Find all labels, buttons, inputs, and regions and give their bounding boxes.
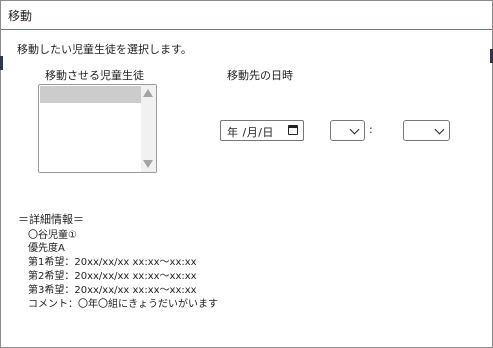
student-listbox[interactable] [38,84,157,173]
detail-choice-1: 第1希望：20xx/xx/xx xx:xx～xx:xx [28,257,197,268]
details-heading: ＝詳細情報＝ [18,213,84,226]
selected-student-row[interactable] [40,86,142,103]
time-separator: : [369,123,373,136]
datetime-label: 移動先の日時 [227,69,293,82]
detail-student-name: 〇谷児童① [28,230,77,241]
date-input[interactable]: 年 /月/日 [220,120,304,141]
detail-choice-3: 第3希望：20xx/xx/xx xx:xx～xx:xx [28,285,197,296]
detail-priority: 優先度A [28,243,65,254]
move-dialog: 移動 移動したい児童生徒を選択します。 移動させる児童生徒 移動先の日時 年 /… [0,0,493,348]
dialog-titlebar: 移動 [1,1,492,30]
chevron-down-icon [349,124,360,135]
detail-choice-2: 第2希望：20xx/xx/xx xx:xx～xx:xx [28,271,197,282]
students-label: 移動させる児童生徒 [45,69,144,82]
scroll-down-arrow-icon[interactable] [143,160,153,168]
minute-select[interactable] [403,120,450,141]
hour-select[interactable] [330,120,365,141]
instruction-text: 移動したい児童生徒を選択します。 [17,43,192,56]
calendar-icon[interactable] [288,125,298,135]
date-input-text: 年 /月/日 [227,126,274,139]
chevron-down-icon [434,124,445,135]
dialog-title: 移動 [8,9,33,23]
edge-artifact [0,56,3,70]
detail-comment: コメント：〇年〇組にきょうだいがいます [28,299,218,310]
listbox-scrollbar[interactable] [141,85,156,172]
scroll-up-arrow-icon[interactable] [143,89,153,97]
